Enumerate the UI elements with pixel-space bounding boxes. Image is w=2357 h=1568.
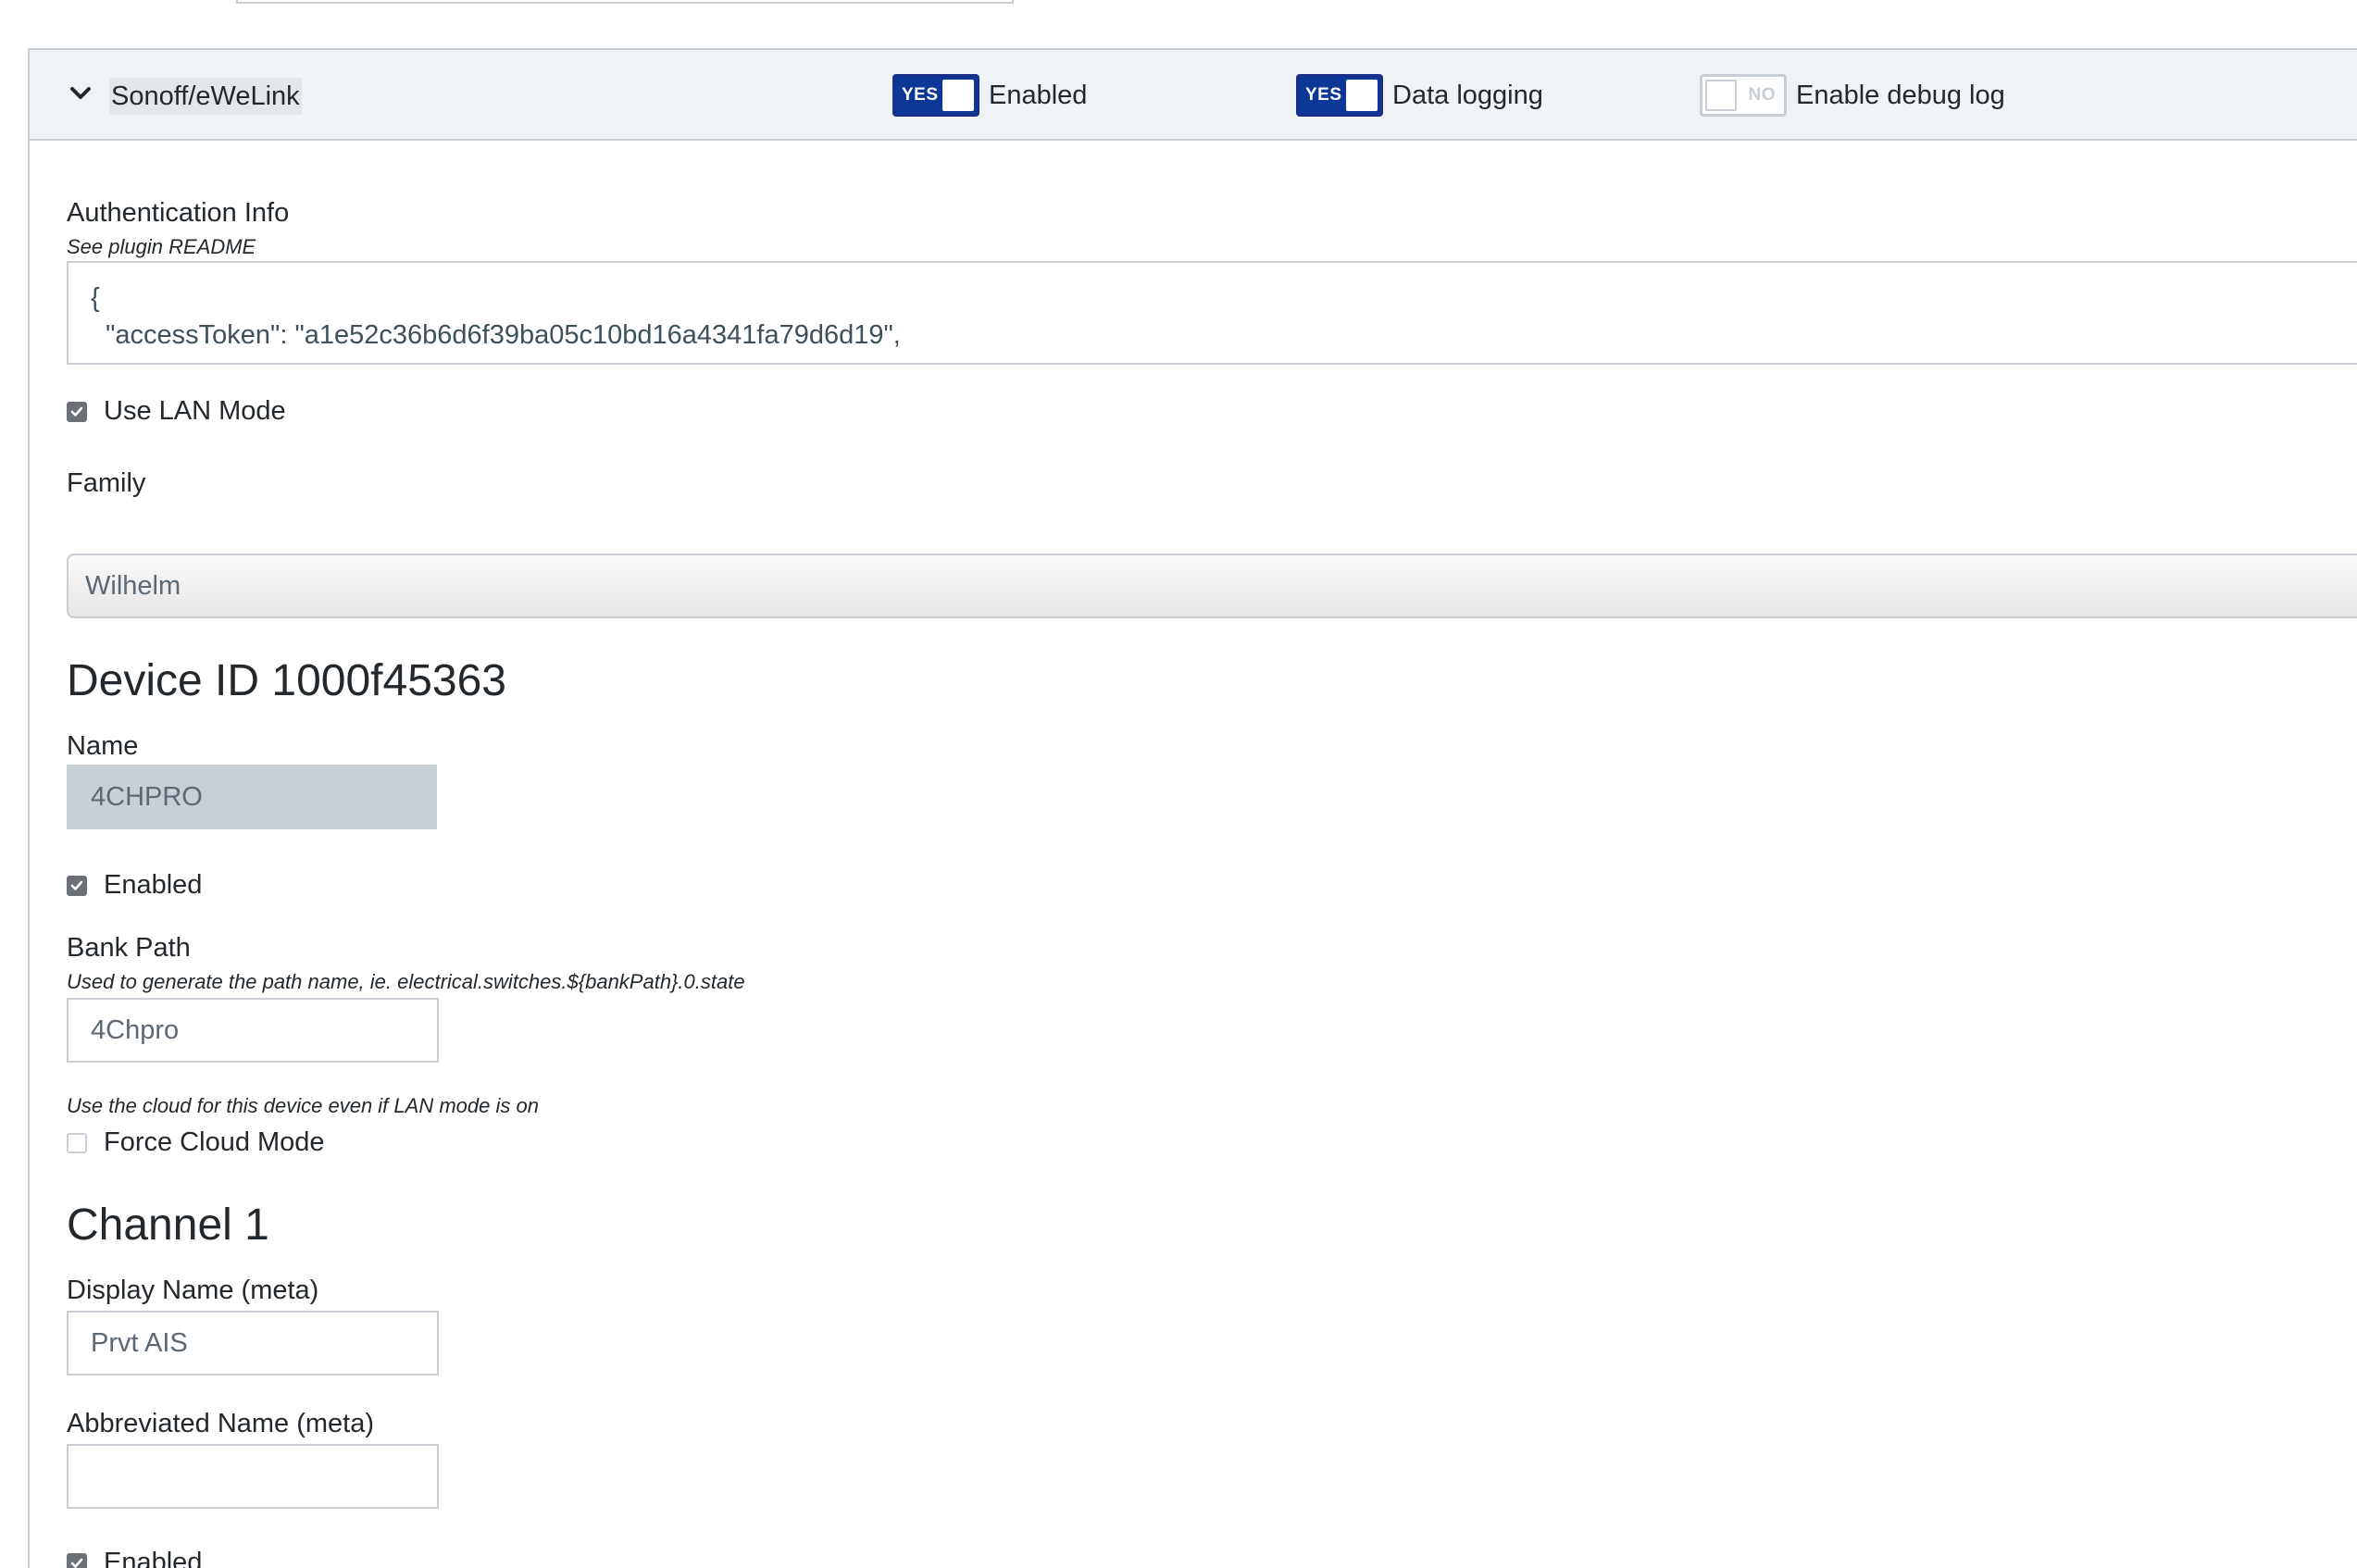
check-icon [70, 406, 83, 417]
channel-enabled-label: Enabled [104, 1548, 203, 1568]
plugin-config-panel: Sonoff/eWeLink YES Enabled YES Data logg… [28, 48, 2357, 1568]
device-enabled-row: Enabled [67, 870, 202, 901]
display-name-input[interactable]: Prvt AIS [67, 1311, 439, 1375]
device-enabled-checkbox[interactable] [67, 875, 87, 896]
data-logging-toggle-group: YES Data logging [1296, 74, 1543, 117]
enabled-toggle-group: YES Enabled [892, 74, 1087, 117]
auth-info-label: Authentication Info [67, 198, 290, 228]
enabled-toggle[interactable]: YES [892, 74, 979, 117]
channel-enabled-checkbox[interactable] [67, 1552, 87, 1568]
auth-line-1: { [91, 283, 100, 313]
bank-path-help: Used to generate the path name, ie. elec… [67, 970, 745, 993]
family-label: Family [67, 468, 146, 498]
family-select[interactable]: Wilhelm [67, 554, 2357, 618]
debug-log-toggle-label: Enable debug log [1796, 80, 2005, 110]
previous-input-remnant [236, 0, 1014, 4]
auth-info-help: See plugin README [67, 235, 256, 258]
force-cloud-help: Use the cloud for this device even if LA… [67, 1094, 539, 1117]
plugin-title[interactable]: Sonoff/eWeLink [109, 78, 302, 115]
abbreviated-name-label: Abbreviated Name (meta) [67, 1409, 375, 1438]
lan-mode-label: Use LAN Mode [104, 396, 286, 426]
toggle-knob [1705, 80, 1737, 111]
chevron-down-icon[interactable] [69, 81, 93, 106]
auth-line-2: "accessToken": "a1e52c36b6d6f39ba05c10bd… [91, 320, 901, 350]
debug-log-toggle-group: NO Enable debug log [1700, 74, 2005, 117]
auth-info-textarea[interactable]: { "accessToken": "a1e52c36b6d6f39ba05c10… [67, 261, 2357, 365]
check-icon [70, 1558, 83, 1568]
data-logging-toggle-label: Data logging [1392, 80, 1543, 110]
channel-heading: Channel 1 [67, 1201, 269, 1250]
device-name-label: Name [67, 731, 139, 761]
toggle-knob [942, 80, 974, 111]
display-name-label: Display Name (meta) [67, 1276, 319, 1305]
lan-mode-checkbox[interactable] [67, 401, 87, 422]
abbreviated-name-input[interactable] [67, 1444, 439, 1509]
toggle-knob [1346, 80, 1378, 111]
toggle-state-label: NO [1748, 85, 1776, 105]
force-cloud-label: Force Cloud Mode [104, 1127, 325, 1157]
plugin-header: Sonoff/eWeLink YES Enabled YES Data logg… [30, 50, 2357, 141]
data-logging-toggle[interactable]: YES [1296, 74, 1383, 117]
toggle-state-label: YES [1305, 85, 1342, 105]
lan-mode-row: Use LAN Mode [67, 396, 286, 427]
force-cloud-checkbox[interactable] [67, 1132, 87, 1153]
device-heading: Device ID 1000f45363 [67, 656, 506, 705]
channel-enabled-row: Enabled [67, 1548, 202, 1568]
device-name-input[interactable]: 4CHPRO [67, 765, 437, 829]
bank-path-input[interactable]: 4Chpro [67, 998, 439, 1063]
device-enabled-label: Enabled [104, 870, 203, 900]
toggle-state-label: YES [902, 85, 939, 105]
bank-path-label: Bank Path [67, 933, 191, 963]
check-icon [70, 880, 83, 890]
force-cloud-row: Force Cloud Mode [67, 1127, 325, 1158]
debug-log-toggle[interactable]: NO [1700, 74, 1787, 117]
enabled-toggle-label: Enabled [989, 80, 1088, 110]
